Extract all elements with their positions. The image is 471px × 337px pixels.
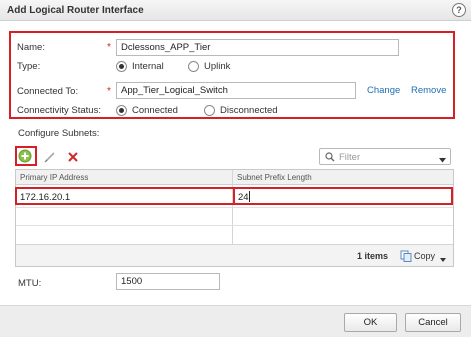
type-internal-radio[interactable] [116, 61, 127, 72]
connectivity-connected-label[interactable]: Connected [132, 105, 178, 116]
configure-subnets-label: Configure Subnets: [18, 128, 100, 139]
column-header-primary-ip[interactable]: Primary IP Address [20, 173, 88, 182]
connected-to-input[interactable]: App_Tier_Logical_Switch [116, 82, 356, 99]
dropdown-icon[interactable] [439, 155, 446, 163]
copy-button[interactable]: Copy [414, 251, 435, 261]
row-divider [16, 207, 453, 208]
row-column-divider [233, 189, 235, 203]
type-internal-label[interactable]: Internal [132, 61, 164, 72]
name-input[interactable]: Dclessons_APP_Tier [116, 39, 399, 56]
connectivity-status-label: Connectivity Status: [17, 105, 101, 116]
ok-button[interactable]: OK [344, 313, 397, 332]
type-label: Type: [17, 61, 41, 72]
connected-to-label: Connected To: [17, 86, 79, 97]
type-uplink-radio[interactable] [188, 61, 199, 72]
row-divider [16, 225, 453, 226]
filter-placeholder: Filter [339, 152, 361, 163]
dialog-footer [0, 305, 471, 337]
subnet-prefix-cell[interactable]: 24 [238, 192, 249, 203]
delete-icon[interactable] [68, 152, 78, 162]
dialog-title: Add Logical Router Interface [7, 5, 144, 16]
text-cursor [249, 191, 250, 202]
mtu-input[interactable]: 1500 [116, 273, 220, 290]
change-link[interactable]: Change [367, 85, 400, 96]
mtu-label: MTU: [18, 278, 42, 289]
connectivity-connected-radio[interactable] [116, 105, 127, 116]
name-required-mark: * [107, 42, 111, 53]
type-uplink-label[interactable]: Uplink [204, 61, 230, 72]
search-icon [325, 152, 335, 162]
remove-link[interactable]: Remove [411, 85, 446, 96]
primary-ip-cell[interactable]: 172.16.20.1 [20, 192, 70, 203]
copy-icon[interactable] [400, 250, 412, 262]
help-icon[interactable]: ? [452, 3, 466, 17]
filter-input[interactable]: Filter [319, 148, 451, 165]
add-icon[interactable] [18, 149, 32, 163]
connectivity-disconnected-label[interactable]: Disconnected [220, 105, 278, 116]
copy-dropdown-icon[interactable] [440, 254, 446, 262]
column-header-subnet-prefix[interactable]: Subnet Prefix Length [237, 173, 312, 182]
connectivity-disconnected-radio[interactable] [204, 105, 215, 116]
cancel-button[interactable]: Cancel [405, 313, 461, 332]
name-label: Name: [17, 42, 45, 53]
subnets-grid: Primary IP Address Subnet Prefix Length … [15, 169, 454, 267]
dialog-title-bar: Add Logical Router Interface ? [0, 0, 471, 21]
item-count: 1 items [357, 251, 389, 261]
edit-icon[interactable] [44, 151, 56, 163]
connected-to-required-mark: * [107, 86, 111, 97]
